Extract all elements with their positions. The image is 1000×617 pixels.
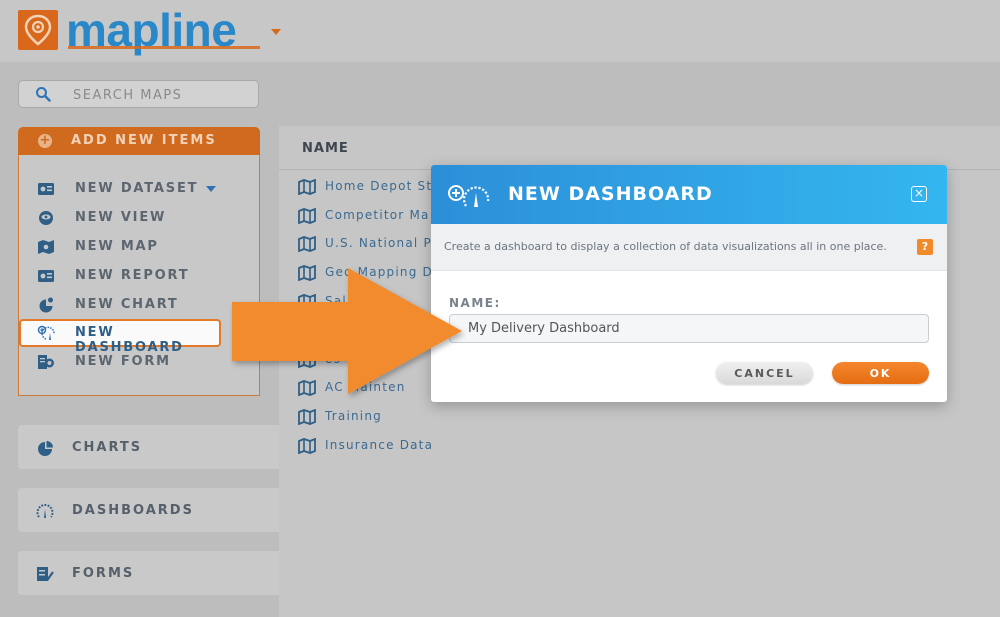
menu-item-new-dashboard[interactable]: NEW DASHBOARD [19, 319, 221, 355]
menu-item-label: NEW CHART [75, 297, 179, 312]
map-icon [298, 409, 316, 425]
gauge-icon [36, 504, 54, 518]
list-item-name: Insurance Data [325, 438, 434, 452]
menu-item-new-chart[interactable]: NEW CHART [19, 291, 259, 319]
sidebar-section-forms[interactable]: FORMS [18, 551, 280, 595]
menu-item-new-form[interactable]: NEW FORM [19, 348, 259, 376]
search-maps-input[interactable] [71, 84, 255, 106]
list-item-name: Training [325, 409, 382, 423]
search-maps-box[interactable] [18, 80, 259, 108]
sidebar-section-dashboards[interactable]: DASHBOARDS [18, 488, 280, 532]
list-item-name: Competitor Ma [325, 208, 430, 222]
sidebar-section-charts[interactable]: CHARTS [18, 425, 280, 469]
menu-item-new-map[interactable]: NEW MAP [19, 233, 259, 261]
menu-item-label: NEW MAP [75, 239, 159, 254]
map-icon [298, 438, 316, 454]
list-item-name: U.S. National P [325, 236, 432, 250]
menu-item-label: NEW REPORT [75, 268, 190, 283]
menu-item-new-view[interactable]: NEW VIEW [19, 204, 259, 232]
dialog-title: NEW DASHBOARD [508, 183, 713, 205]
dialog-description-bar: Create a dashboard to display a collecti… [431, 224, 947, 271]
add-new-items-button[interactable]: + ADD NEW ITEMS [18, 127, 260, 155]
view-icon [39, 211, 53, 225]
dataset-icon [38, 183, 54, 195]
close-icon[interactable]: × [911, 186, 927, 202]
logo-underline [68, 46, 260, 49]
map-icon [38, 240, 54, 254]
report-icon [38, 270, 54, 282]
ok-button[interactable]: OK [832, 362, 929, 384]
mapline-logo-text[interactable]: mapline [66, 2, 237, 58]
dialog-header: NEW DASHBOARD × [431, 165, 947, 224]
help-icon[interactable]: ? [917, 239, 933, 255]
menu-item-new-dataset[interactable]: NEW DATASET [19, 175, 259, 203]
dashboard-icon [37, 325, 55, 340]
chart-icon [39, 297, 53, 313]
menu-item-new-report[interactable]: NEW REPORT [19, 262, 259, 290]
add-new-items-label: ADD NEW ITEMS [71, 133, 217, 148]
plus-icon: + [38, 133, 52, 148]
map-icon [298, 236, 316, 252]
dashboard-name-field[interactable] [449, 314, 929, 343]
mapline-logo-icon[interactable] [18, 10, 58, 50]
dialog-description: Create a dashboard to display a collecti… [444, 240, 887, 253]
sidebar-section-label: DASHBOARDS [72, 503, 194, 518]
callout-arrow-icon [232, 268, 462, 394]
form-icon [38, 355, 54, 369]
column-header-name[interactable]: NAME [302, 141, 349, 156]
list-item-name: Home Depot St [325, 179, 433, 193]
search-icon [36, 87, 51, 102]
dashboard-icon [448, 185, 490, 207]
menu-item-label: NEW DATASET [75, 181, 199, 196]
menu-item-label: NEW VIEW [75, 210, 167, 225]
sidebar-section-label: FORMS [72, 566, 135, 581]
sidebar-section-label: CHARTS [72, 440, 143, 455]
checklist-icon [37, 567, 54, 581]
chevron-down-icon[interactable] [206, 186, 216, 192]
new-dashboard-dialog: NEW DASHBOARD × Create a dashboard to di… [431, 165, 947, 402]
top-header: mapline [0, 0, 1000, 62]
pie-chart-icon [38, 441, 53, 456]
add-new-items-menu: NEW DATASET NEW VIEW NEW MAP NEW REPORT … [18, 155, 260, 396]
logo-dropdown-caret-icon[interactable] [271, 29, 281, 35]
map-icon [298, 179, 316, 195]
cancel-button[interactable]: CANCEL [716, 362, 813, 384]
menu-item-label: NEW FORM [75, 354, 171, 369]
map-icon [298, 208, 316, 224]
